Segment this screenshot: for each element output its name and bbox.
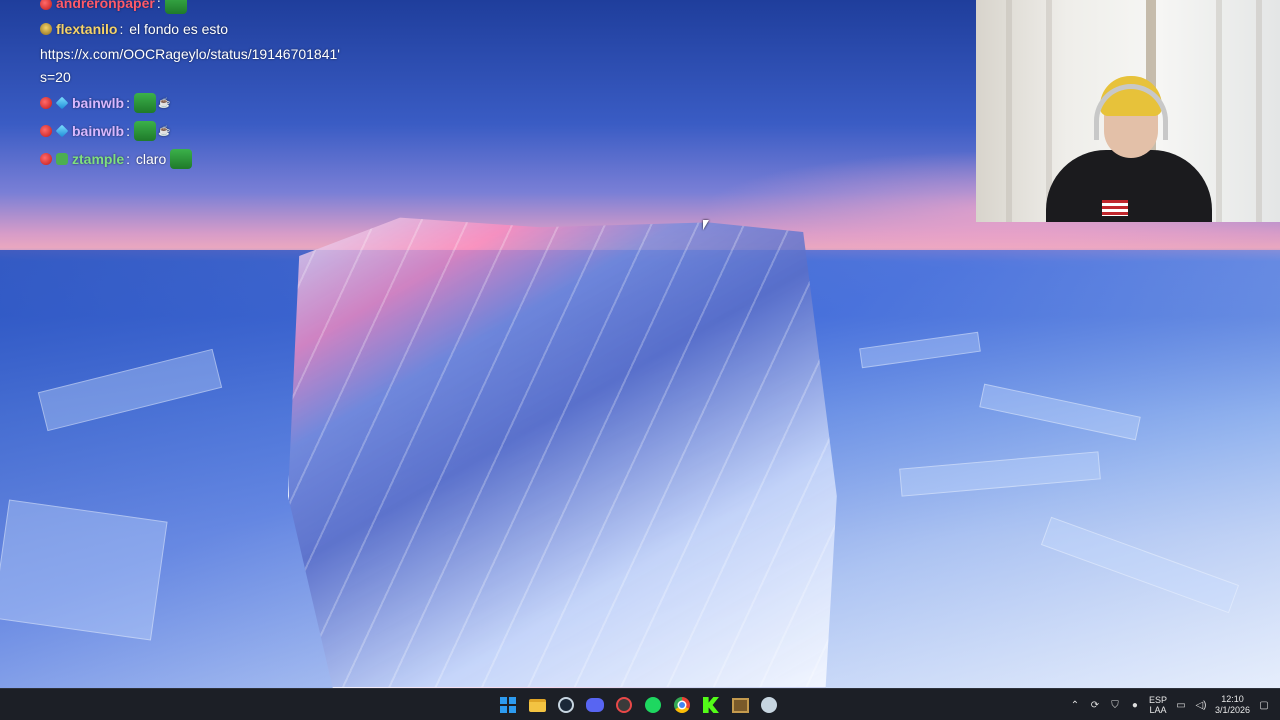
green-emote-icon bbox=[164, 0, 187, 14]
chat-username: ztample bbox=[72, 150, 125, 167]
chat-username: bainwlb bbox=[72, 122, 125, 139]
chat-message: bainwlb: ☕ bbox=[40, 89, 370, 117]
bot-badge-icon bbox=[56, 153, 68, 165]
windows-start-icon bbox=[500, 697, 516, 713]
streamer-body bbox=[1046, 150, 1212, 222]
flag-patch bbox=[1102, 200, 1128, 216]
notification-icon[interactable]: ▢ bbox=[1258, 699, 1270, 711]
chevron-up-icon[interactable]: ⌃ bbox=[1069, 699, 1081, 711]
chat-username: bainwlb bbox=[72, 94, 125, 111]
record-icon bbox=[616, 697, 632, 713]
taskbar-steam[interactable] bbox=[554, 693, 578, 717]
spotify-icon bbox=[645, 697, 661, 713]
chat-link-continued: s=20 bbox=[40, 69, 71, 85]
taskbar-steam-2[interactable] bbox=[757, 693, 781, 717]
helmet-badge-icon bbox=[40, 23, 52, 35]
shield-icon[interactable]: ⛉ bbox=[1109, 699, 1121, 711]
mouse-cursor-icon bbox=[703, 220, 709, 230]
steam-icon bbox=[558, 697, 574, 713]
system-tray: ⌃ ⟳ ⛉ ● ESP LAA ▭ ◁) 12:10 3/1/2026 ▢ bbox=[1069, 689, 1280, 720]
sync-icon[interactable]: ⟳ bbox=[1089, 699, 1101, 711]
chat-message: flextanilo: el fondo es esto bbox=[40, 15, 370, 43]
taskbar: ⌃ ⟳ ⛉ ● ESP LAA ▭ ◁) 12:10 3/1/2026 ▢ bbox=[0, 688, 1280, 720]
crate-icon bbox=[731, 697, 749, 713]
taskbar-kick[interactable] bbox=[699, 693, 723, 717]
folder-icon bbox=[528, 698, 546, 712]
chat-text: claro bbox=[135, 150, 167, 167]
chat-message: ztample: claro bbox=[40, 145, 370, 173]
discord-icon bbox=[586, 698, 604, 712]
chat-username: flextanilo bbox=[56, 20, 118, 37]
chat-link[interactable]: https://x.com/OOCRageylo/status/19146701… bbox=[40, 43, 370, 66]
webcam-overlay bbox=[976, 0, 1280, 222]
cube-badge-icon bbox=[55, 124, 69, 138]
chat-message: bainwlb: ☕ bbox=[40, 117, 370, 145]
start-button[interactable] bbox=[496, 693, 520, 717]
red-badge-icon bbox=[40, 125, 52, 137]
green-emote-icon bbox=[170, 149, 193, 169]
taskbar-discord[interactable] bbox=[583, 693, 607, 717]
ice-block bbox=[288, 217, 837, 688]
chat-username: andreronpaper bbox=[56, 0, 155, 11]
taskbar-obs[interactable] bbox=[612, 693, 636, 717]
kick-icon bbox=[703, 697, 719, 713]
taskbar-chrome[interactable] bbox=[670, 693, 694, 717]
chat-message: andreronpaper: bbox=[40, 0, 370, 15]
taskbar-file-explorer[interactable] bbox=[525, 693, 549, 717]
volume-icon[interactable]: ◁) bbox=[1195, 699, 1207, 711]
clock-date: 3/1/2026 bbox=[1214, 705, 1250, 715]
microphone-icon[interactable]: ● bbox=[1129, 699, 1141, 711]
green-emote-with-cup-icon bbox=[134, 121, 157, 141]
clock[interactable]: 12:10 3/1/2026 bbox=[1215, 694, 1250, 716]
chat-overlay: andreronpaper: flextanilo: el fondo es e… bbox=[40, 0, 370, 173]
chrome-icon bbox=[674, 697, 690, 713]
taskbar-spotify[interactable] bbox=[641, 693, 665, 717]
language-indicator[interactable]: ESP LAA bbox=[1149, 695, 1167, 715]
taskbar-minecraft[interactable] bbox=[728, 693, 752, 717]
red-badge-icon bbox=[40, 153, 52, 165]
red-badge-icon bbox=[40, 0, 52, 10]
steam-icon bbox=[761, 697, 777, 713]
clock-time: 12:10 bbox=[1221, 694, 1244, 704]
green-emote-with-cup-icon bbox=[134, 93, 157, 113]
network-icon[interactable]: ▭ bbox=[1175, 699, 1187, 711]
taskbar-apps bbox=[496, 689, 781, 720]
chat-text: el fondo es esto bbox=[129, 20, 229, 37]
red-badge-icon bbox=[40, 97, 52, 109]
cube-badge-icon bbox=[55, 96, 69, 110]
